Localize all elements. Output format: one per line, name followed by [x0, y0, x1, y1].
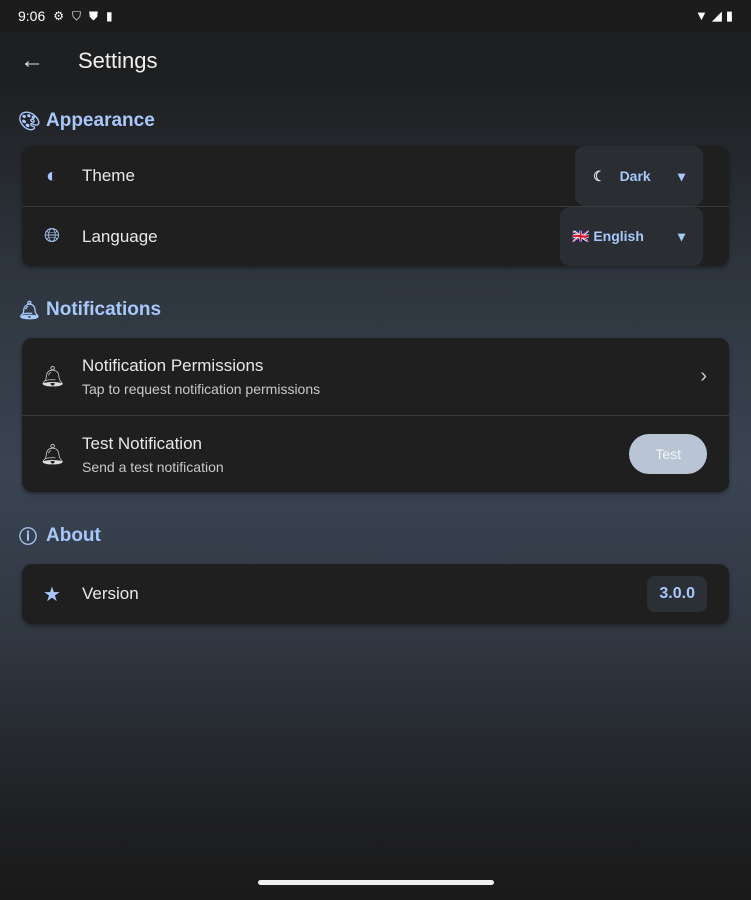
- dropdown-arrow-icon: ▾: [677, 228, 685, 244]
- dropdown-arrow-icon: ▾: [677, 167, 685, 184]
- bell-icon: 🔔︎: [18, 299, 41, 320]
- back-arrow-icon[interactable]: ←: [20, 47, 60, 75]
- sd-card-icon: ▮: [106, 9, 113, 23]
- app-bar: ← Settings: [0, 32, 751, 90]
- appearance-card: ◐ Theme ☾ Dark ▾ 🌐︎ Language 🇬🇧 English …: [22, 146, 729, 266]
- language-dropdown[interactable]: 🇬🇧 English ▾: [560, 207, 703, 266]
- shield-play-icon: ⛊: [89, 8, 99, 23]
- theme-dropdown[interactable]: ☾ Dark ▾: [575, 146, 703, 206]
- bell-alert-icon: 🔔︎: [40, 366, 66, 388]
- settings-status-icon: ⚙: [53, 9, 65, 23]
- wifi-icon: ▼: [694, 8, 708, 23]
- theme-row: ◐ Theme ☾ Dark ▾: [22, 146, 729, 206]
- perm-subtitle: Tap to request notification permissions: [82, 381, 321, 397]
- shield-off-icon: ⛉: [72, 8, 82, 23]
- perm-label: Notification Permissions: [82, 356, 264, 375]
- test-subtitle: Send a test notification: [82, 458, 224, 475]
- version-row: ★ Version 3.0.0: [22, 564, 729, 624]
- language-value: 🇬🇧 English: [572, 228, 644, 244]
- bell-ringing-icon: 🔔︎: [40, 443, 66, 466]
- palette-icon: 🎨︎: [18, 110, 41, 131]
- notifications-card: 🔔︎ Notification Permissions Tap to reque…: [22, 338, 729, 492]
- info-icon: ⓘ: [19, 527, 37, 547]
- section-header-appearance: 🎨︎ Appearance: [18, 110, 751, 132]
- test-notification-row: 🔔︎ Test Notification Send a test notific…: [22, 415, 729, 492]
- section-title: Appearance: [46, 110, 155, 131]
- globe-icon: 🌐︎: [44, 225, 60, 247]
- section-header-notifications: 🔔︎ Notifications: [18, 299, 751, 321]
- chevron-right-icon: ›: [700, 365, 707, 387]
- home-indicator[interactable]: [258, 880, 494, 885]
- section-header-about: ⓘ About: [18, 525, 751, 547]
- notification-permissions-row[interactable]: 🔔︎ Notification Permissions Tap to reque…: [22, 338, 729, 415]
- status-time: 9:06: [18, 8, 46, 24]
- moon-icon: ☾: [593, 167, 606, 184]
- star-icon: ★: [43, 583, 61, 606]
- page-title: Settings: [78, 48, 158, 73]
- brightness-icon: ◐: [45, 164, 59, 187]
- version-label: Version: [82, 584, 139, 603]
- theme-value: Dark: [619, 168, 651, 184]
- language-row: 🌐︎ Language 🇬🇧 English ▾: [22, 206, 729, 266]
- battery-icon: ▮: [725, 8, 733, 23]
- about-card: ★ Version 3.0.0: [22, 564, 729, 624]
- test-label: Test Notification: [82, 433, 202, 453]
- test-button[interactable]: Test: [629, 434, 707, 474]
- signal-icon: ◢: [711, 8, 722, 23]
- status-bar: 9:06 ⚙ ⛉ ⛊ ▮ ▼ ◢ ▮: [0, 0, 751, 32]
- section-title: Notifications: [46, 299, 162, 320]
- version-badge: 3.0.0: [647, 576, 707, 612]
- section-title: About: [46, 525, 101, 546]
